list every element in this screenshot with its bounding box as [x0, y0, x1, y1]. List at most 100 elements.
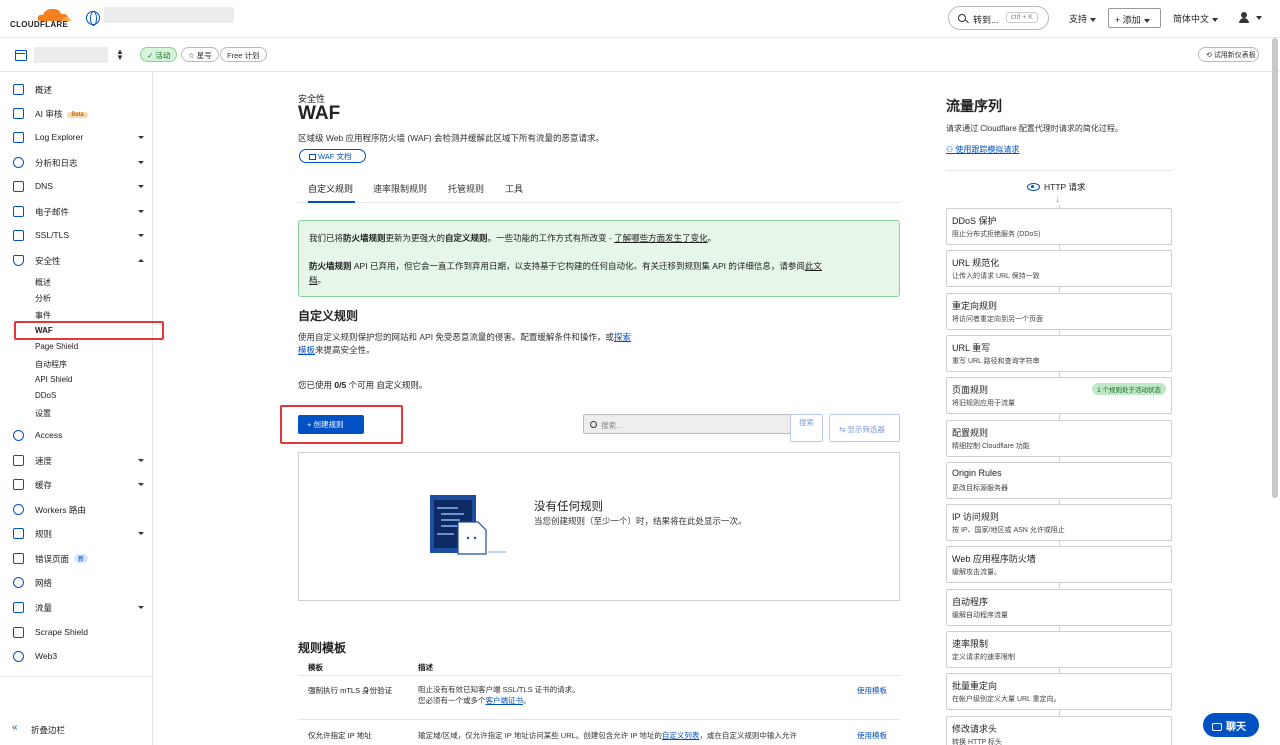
sequence-step[interactable]: Web 应用程序防火墙 缓解攻击流量。: [946, 546, 1172, 584]
tab-managed-rules[interactable]: 托管规则: [448, 182, 484, 203]
learn-changes-link[interactable]: 了解哪些方面发生了变化: [614, 233, 708, 243]
sidebar-item-label: AI 审核: [35, 109, 63, 119]
sidebar-sub-overview[interactable]: 概述: [35, 277, 51, 288]
step-name: 修改请求头: [952, 723, 998, 734]
site-name[interactable]: [34, 47, 108, 63]
goto-label: 转到...: [973, 15, 999, 25]
sidebar-item-workers-routes[interactable]: Workers 路由: [0, 500, 153, 520]
switch-site-icon[interactable]: ▲ ▼: [116, 48, 124, 62]
sidebar-sub-bots[interactable]: 自动程序: [35, 359, 67, 370]
client-certificates-link[interactable]: 客户端证书: [486, 696, 524, 705]
document-icon: [13, 84, 24, 95]
docs-link-cont[interactable]: 档: [309, 275, 318, 285]
user-icon[interactable]: [1238, 12, 1250, 24]
tab-custom-rules[interactable]: 自定义规则: [308, 182, 355, 203]
plan-badge[interactable]: Free 计划: [220, 47, 267, 62]
site-icon: [15, 50, 27, 61]
sequence-step[interactable]: 重定向规则 将访问者重定向到另一个页面: [946, 292, 1172, 330]
scrollbar[interactable]: [1272, 38, 1278, 498]
sidebar-item-analytics[interactable]: 分析和日志: [0, 153, 153, 173]
sidebar-item-network[interactable]: 网络: [0, 573, 153, 593]
sidebar-item-rules[interactable]: 规则: [0, 524, 153, 544]
sidebar-sub-analytics[interactable]: 分析: [35, 293, 51, 304]
goto-search[interactable]: 转到... ctrl + K: [948, 6, 1049, 30]
explore-templates-link[interactable]: 探索: [614, 332, 631, 342]
sidebar-item-label: 概述: [35, 85, 53, 95]
step-description: 将访问者重定向到另一个页面: [952, 315, 1043, 323]
support-menu[interactable]: 支持: [1069, 12, 1097, 25]
sidebar-item-email[interactable]: 电子邮件: [0, 202, 153, 222]
star-button[interactable]: ☆ 星号: [181, 47, 219, 62]
sidebar-item-cache[interactable]: 缓存: [0, 475, 153, 495]
step-description: 精细控制 Cloudflare 功能: [952, 442, 1030, 450]
sidebar-sub-events[interactable]: 事件: [35, 310, 51, 321]
sequence-step[interactable]: IP 访问规则按 IP、国家/地区或 ASN 允许或阻止: [946, 504, 1172, 542]
sidebar-item-ai-audit[interactable]: AI 审核 Beta: [0, 104, 153, 124]
templates-title: 规则模板: [298, 641, 347, 655]
waf-docs-button[interactable]: WAF 文档: [299, 149, 366, 163]
new-dashboard-button[interactable]: ⟲ 试用新仪表板: [1198, 47, 1259, 62]
sidebar-item-web3[interactable]: Web3: [0, 647, 153, 667]
collapse-label: 折叠边栏: [31, 725, 66, 735]
use-template-link[interactable]: 使用模板: [857, 685, 887, 696]
globe-icon[interactable]: [86, 11, 100, 26]
sequence-step[interactable]: 批量重定向 在帐户级别定义大量 URL 重定向。: [946, 673, 1172, 711]
sidebar-item-ssl-tls[interactable]: SSL/TLS: [0, 226, 153, 246]
sidebar-sub-page-shield[interactable]: Page Shield: [35, 342, 78, 351]
sidebar-item-security[interactable]: 安全性: [0, 251, 153, 271]
custom-list-link[interactable]: 自定义列表: [662, 731, 700, 740]
sidebar-item-overview[interactable]: 概述: [0, 80, 153, 100]
status-badge: ✓ 活动: [140, 47, 178, 62]
sidebar-item-label: 安全性: [35, 256, 61, 266]
people-icon: ⚇: [946, 145, 956, 154]
collapse-sidebar[interactable]: « 折叠边栏: [0, 676, 153, 745]
sequence-step[interactable]: URL 重写 重写 URL 路径和查询字符串: [946, 334, 1172, 372]
cloud-logo-icon: [37, 8, 71, 21]
shield-icon: [13, 255, 24, 266]
step-description: 转换 HTTP 标头: [952, 738, 1003, 745]
account-name[interactable]: [104, 7, 234, 23]
sequence-step[interactable]: 页面规则 将旧规则应用于流量 1 个规则处于活动状态: [946, 377, 1172, 415]
sidebar-item-speed[interactable]: 速度: [0, 451, 153, 471]
sidebar-item-scrape-shield[interactable]: Scrape Shield: [0, 623, 153, 643]
sequence-step[interactable]: 速率限制 定义请求的速率限制: [946, 631, 1172, 668]
language-label: 简体中文: [1173, 14, 1210, 24]
search-placeholder: 搜索...: [601, 421, 623, 430]
rule-usage: 您已使用 0/5 个可用 自定义规则。: [298, 380, 428, 390]
sequence-step[interactable]: DDoS 保护 阻止分布式拒绝服务 (DDoS): [946, 208, 1172, 245]
template-description: 阻止没有有效已知客户端 SSL/TLS 证书的请求。 您必须有一个或多个客户端证书…: [418, 685, 580, 705]
show-filters-button[interactable]: ⇆ 显示筛选器: [829, 414, 900, 442]
tab-tools[interactable]: 工具: [505, 182, 523, 203]
sequence-step[interactable]: 自动程序 缓解自动程序流量: [946, 588, 1172, 626]
step-description: 按 IP、国家/地区或 ASN 允许或阻止: [952, 527, 1065, 535]
clock-icon: [13, 157, 24, 168]
step-name: URL 重写: [952, 342, 991, 353]
cloudflare-logo[interactable]: CLOUDFLARE: [10, 7, 74, 31]
support-label: 支持: [1069, 14, 1088, 24]
sequence-step[interactable]: Origin Rules 更改目标源服务器: [946, 461, 1172, 499]
sidebar-sub-settings[interactable]: 设置: [35, 408, 51, 419]
search-input[interactable]: 搜索...: [583, 414, 791, 434]
notice-line-3: 档。: [309, 275, 327, 285]
sequence-step[interactable]: URL 规范化 让传入的请求 URL 保持一致: [946, 250, 1172, 288]
docs-link[interactable]: 此文: [805, 261, 822, 271]
sidebar-item-log-explorer[interactable]: Log Explorer: [0, 128, 153, 148]
tab-rate-limiting[interactable]: 速率限制规则: [373, 182, 427, 203]
search-button[interactable]: 搜索: [790, 414, 823, 442]
step-description: 将旧规则应用于流量: [952, 400, 1015, 408]
sidebar-item-traffic[interactable]: 流量: [0, 598, 153, 618]
add-button[interactable]: + 添加: [1108, 8, 1161, 28]
sidebar-sub-ddos[interactable]: DDoS: [35, 391, 56, 400]
sidebar-item-dns[interactable]: DNS: [0, 177, 153, 197]
sidebar-item-error-pages[interactable]: 错误页面新: [0, 549, 153, 569]
sidebar-sub-api-shield[interactable]: API Shield: [35, 375, 72, 384]
trace-request-link[interactable]: ⚇ 使用跟踪模拟请求: [946, 144, 1019, 155]
use-template-link[interactable]: 使用模板: [857, 730, 887, 741]
sidebar-item-access[interactable]: Access: [0, 426, 153, 446]
sequence-step[interactable]: 修改请求头转换 HTTP 标头: [946, 715, 1172, 745]
language-menu[interactable]: 简体中文: [1173, 12, 1219, 25]
chat-button[interactable]: 聊天: [1203, 713, 1259, 737]
sequence-step[interactable]: 配置规则 精细控制 Cloudflare 功能: [946, 419, 1172, 457]
explore-templates-link-cont[interactable]: 模板: [298, 345, 315, 355]
chevron-down-icon[interactable]: [1256, 16, 1262, 20]
